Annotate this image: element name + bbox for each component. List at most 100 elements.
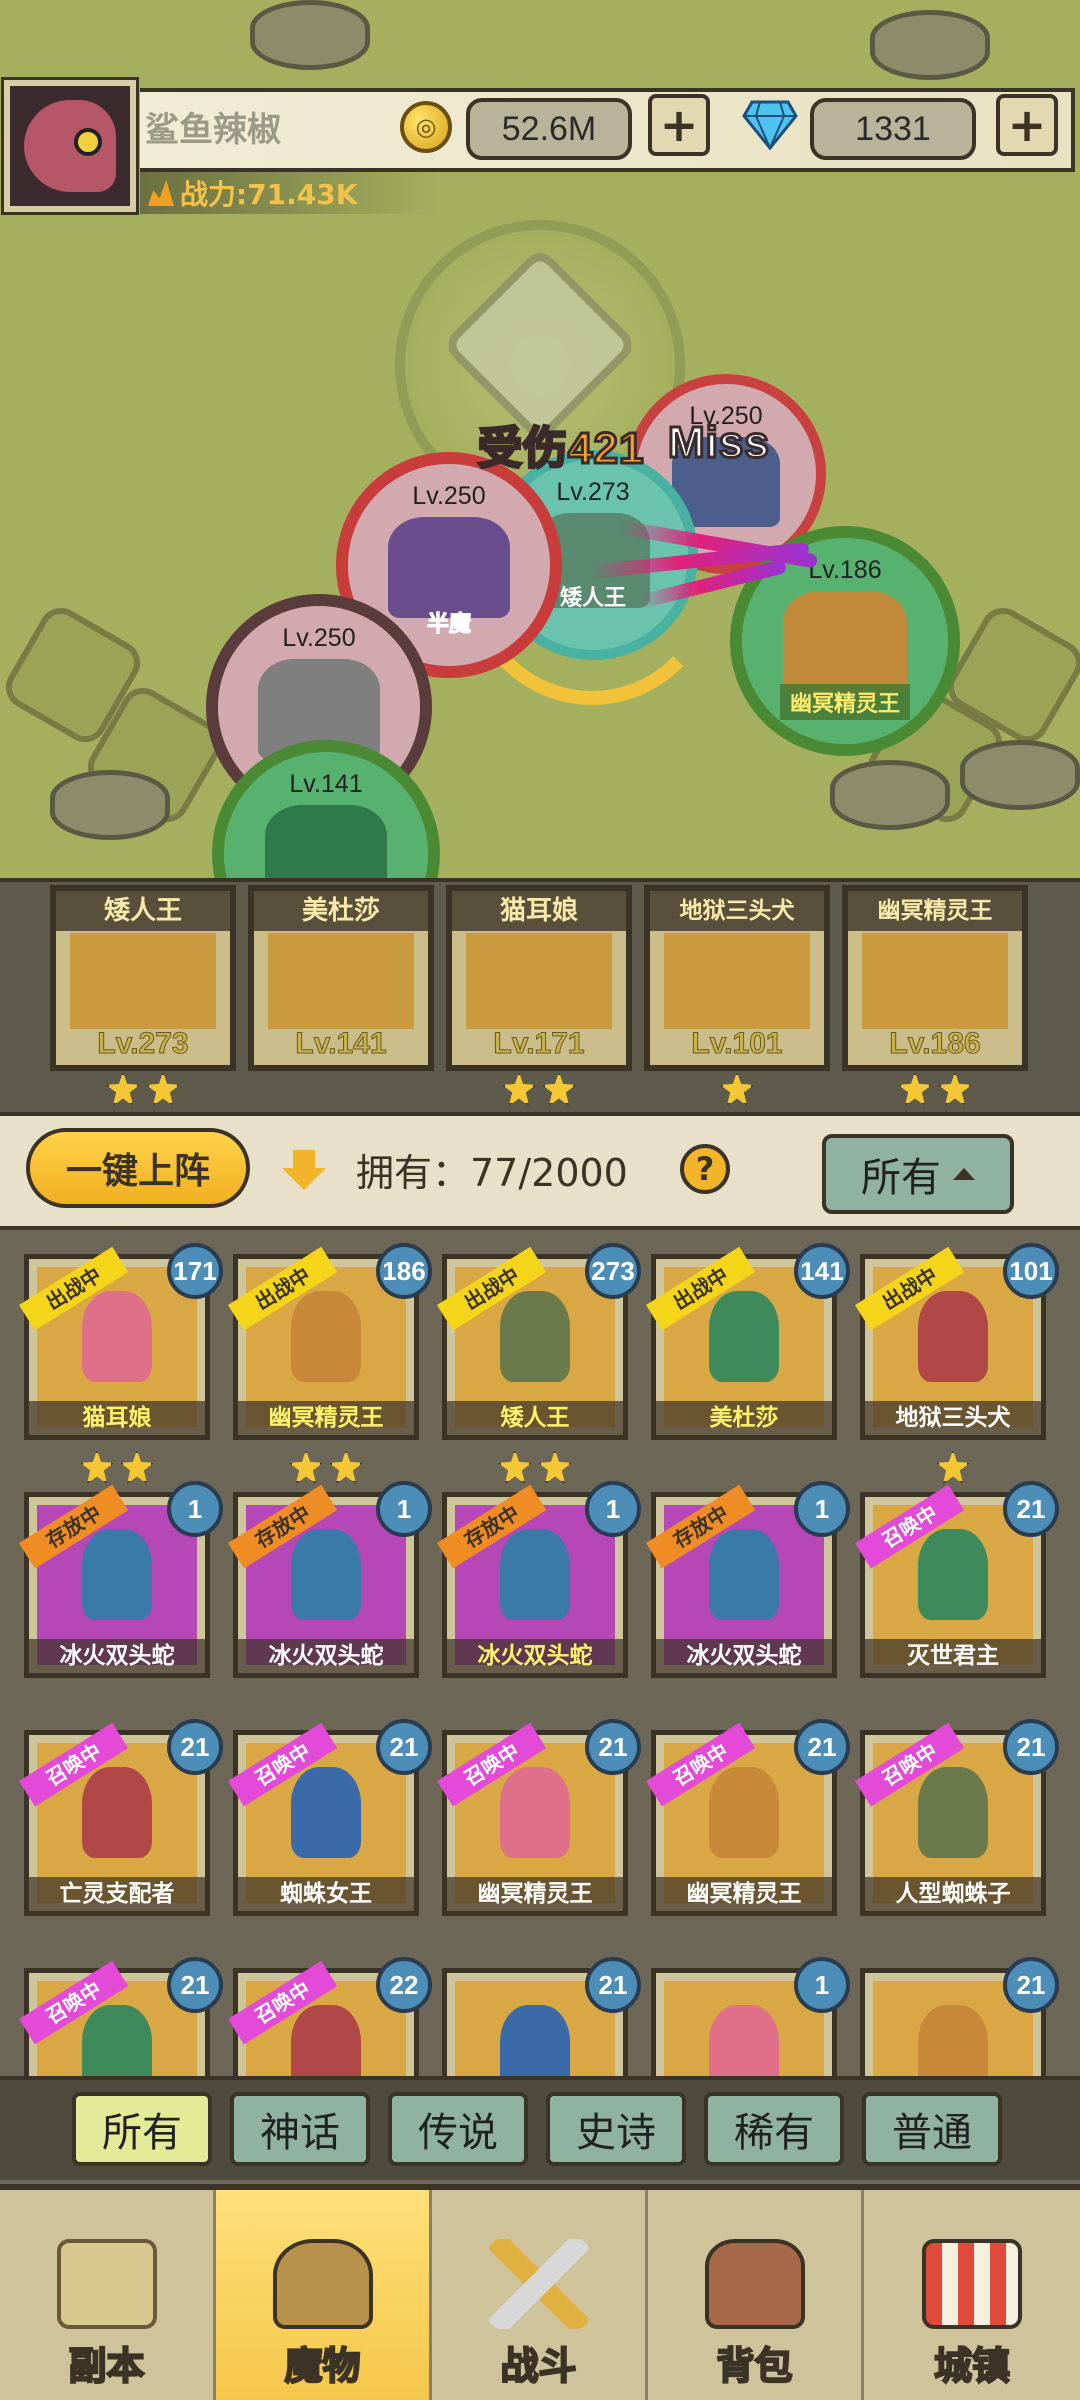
nav-battle[interactable]: 战斗	[432, 2190, 648, 2400]
level-badge: 22	[376, 1957, 432, 2013]
monster-card[interactable]: 召唤中 人型蜘蛛子 21	[855, 1719, 1059, 1916]
monster-name: 幽冥精灵王	[656, 1877, 832, 1911]
lineup-slot[interactable]: 美杜莎 Lv.141	[248, 885, 434, 1071]
monster-card[interactable]: 出战中 美杜莎 141	[646, 1243, 850, 1440]
top-bar: 鲨鱼辣椒 ◎ 52.6M + 1331 + 战力:71.43K	[0, 77, 1080, 215]
monster-card[interactable]: 出战中 幽冥精灵王 186	[228, 1243, 432, 1440]
monster-portrait	[917, 1766, 989, 1859]
monster-card[interactable]: 召唤中 22	[228, 1957, 432, 2076]
monster-name: 冰火双头蛇	[656, 1639, 832, 1673]
monster-name: 幽冥精灵王	[238, 1401, 414, 1435]
unit-name: 矮人王	[559, 586, 626, 611]
monster-name: 幽冥精灵王	[447, 1877, 623, 1911]
add-gems-button[interactable]: +	[996, 94, 1058, 156]
auto-deploy-button[interactable]: 一键上阵	[26, 1128, 250, 1208]
monster-card[interactable]: 存放中 冰火双头蛇 1	[19, 1481, 223, 1678]
monster-name: 冰火双头蛇	[29, 1639, 205, 1673]
lineup-level: Lv.101	[691, 1027, 783, 1061]
rarity-filter-epic[interactable]: 史诗	[546, 2092, 686, 2166]
monster-card[interactable]: 存放中 冰火双头蛇 1	[228, 1481, 432, 1678]
player-name: 鲨鱼辣椒	[145, 110, 281, 150]
monster-portrait	[917, 2004, 989, 2076]
map-icon	[56, 2239, 157, 2329]
star-icon	[936, 1450, 970, 1484]
monster-card[interactable]: 召唤中 21	[19, 1957, 223, 2076]
monster-card[interactable]: 召唤中 灭世君主 21	[855, 1481, 1059, 1678]
monster-portrait	[499, 1766, 571, 1859]
lineup-name: 矮人王	[56, 891, 230, 931]
terrain-stump	[830, 760, 950, 830]
nav-backpack[interactable]: 背包	[648, 2190, 864, 2400]
monster-card[interactable]: 存放中 冰火双头蛇 1	[646, 1481, 850, 1678]
rarity-filter-common[interactable]: 普通	[862, 2092, 1002, 2166]
gold-amount: 52.6M	[466, 98, 632, 160]
monster-card[interactable]: 召唤中 幽冥精灵王 21	[646, 1719, 850, 1916]
unit-portrait	[783, 591, 907, 694]
terrain-stump	[870, 10, 990, 80]
lineup-name: 地狱三头犬	[650, 891, 824, 931]
level-badge: 21	[585, 1957, 641, 2013]
star-rating	[80, 1450, 154, 1484]
monster-card[interactable]: 召唤中 蜘蛛女王 21	[228, 1719, 432, 1916]
nav-monsters[interactable]: 魔物	[216, 2190, 432, 2400]
rarity-filter-legendary[interactable]: 传说	[388, 2092, 528, 2166]
lineup-level: Lv.171	[493, 1027, 585, 1061]
level-badge: 1	[794, 1481, 850, 1537]
monster-card[interactable]: 存放中 冰火双头蛇 1	[437, 1481, 641, 1678]
level-badge: 1	[794, 1957, 850, 2013]
star-rating	[502, 1072, 576, 1106]
monster-card[interactable]: 召唤中 亡灵支配者 21	[19, 1719, 223, 1916]
backpack-icon	[704, 2239, 805, 2329]
lineup-slot[interactable]: 猫耳娘 Lv.171	[446, 885, 632, 1071]
nav-label: 背包	[715, 2343, 793, 2389]
player-avatar[interactable]	[1, 77, 139, 215]
rarity-filter-mythic[interactable]: 神话	[230, 2092, 370, 2166]
level-badge: 21	[167, 1957, 223, 2013]
avatar-creature-icon	[24, 100, 116, 192]
star-rating	[720, 1072, 754, 1106]
nav-dungeon[interactable]: 副本	[0, 2190, 216, 2400]
monster-card[interactable]: 出战中 矮人王 273	[437, 1243, 641, 1440]
star-icon	[106, 1072, 140, 1106]
monster-name: 亡灵支配者	[29, 1877, 205, 1911]
monster-portrait	[290, 1528, 362, 1621]
lineup-slot[interactable]: 幽冥精灵王 Lv.186	[842, 885, 1028, 1071]
star-icon	[289, 1450, 323, 1484]
monster-portrait	[708, 1766, 780, 1859]
star-icon	[80, 1450, 114, 1484]
monster-grid[interactable]: 出战中 猫耳娘 171 出战中 幽冥精灵王 186 出战中 矮人王 273 出战中 美杜莎 141 出战…	[0, 1234, 1080, 2076]
monster-portrait	[917, 1528, 989, 1621]
level-badge: 141	[794, 1243, 850, 1299]
terrain-stump	[250, 0, 370, 70]
rarity-filter-rare[interactable]: 稀有	[704, 2092, 844, 2166]
monster-card[interactable]: 出战中 猫耳娘 171	[19, 1243, 223, 1440]
nav-town[interactable]: 城镇	[864, 2190, 1080, 2400]
lineup-slot[interactable]: 矮人王 Lv.273	[50, 885, 236, 1071]
monster-card[interactable]: 出战中 地狱三头犬 101	[855, 1243, 1059, 1440]
monster-name: 猫耳娘	[29, 1401, 205, 1435]
level-badge: 186	[376, 1243, 432, 1299]
star-icon	[329, 1450, 363, 1484]
town-shop-icon	[922, 2239, 1022, 2329]
lineup-slot[interactable]: 地狱三头犬 Lv.101	[644, 885, 830, 1071]
monster-portrait	[499, 1290, 571, 1383]
monster-portrait	[708, 1290, 780, 1383]
monster-name: 矮人王	[447, 1401, 623, 1435]
gem-icon	[742, 100, 798, 150]
unit-level: Lv.273	[556, 478, 630, 506]
unit-level: Lv.141	[289, 770, 363, 798]
monster-card[interactable]: 21	[860, 1957, 1059, 2076]
monster-name: 人型蜘蛛子	[865, 1877, 1041, 1911]
add-gold-button[interactable]: +	[648, 94, 710, 156]
filter-dropdown[interactable]: 所有	[822, 1134, 1014, 1214]
unit-portrait	[388, 517, 510, 618]
monster-card[interactable]: 召唤中 幽冥精灵王 21	[437, 1719, 641, 1916]
monster-portrait	[70, 933, 216, 1029]
nav-label: 魔物	[283, 2343, 361, 2389]
help-icon[interactable]: ?	[680, 1144, 730, 1194]
level-badge: 171	[167, 1243, 223, 1299]
monster-card[interactable]: 21	[442, 1957, 641, 2076]
rarity-filter-all[interactable]: 所有	[72, 2092, 212, 2166]
star-rating	[898, 1072, 972, 1106]
monster-card[interactable]: 1	[651, 1957, 850, 2076]
